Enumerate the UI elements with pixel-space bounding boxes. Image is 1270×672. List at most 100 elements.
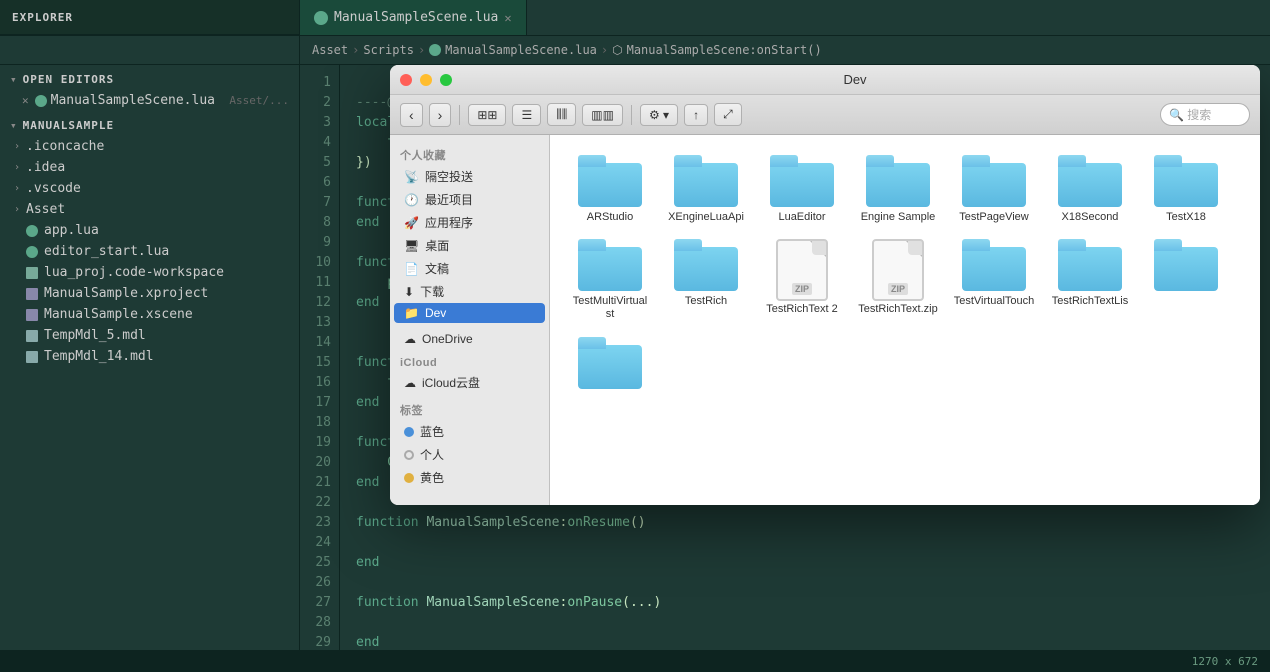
chevron-vscode: › bbox=[14, 183, 20, 194]
folder-luaeditor-icon bbox=[770, 155, 834, 207]
zip2-label: TestRichText.zip bbox=[858, 303, 937, 315]
tag-personal-label: 个人 bbox=[420, 446, 444, 463]
folder-testmulti-icon bbox=[578, 239, 642, 291]
folder-xenginelua-icon bbox=[674, 155, 738, 207]
finder-item-testrichtextlis[interactable]: TestRichTextLis bbox=[1046, 235, 1134, 311]
open-editors-section-header[interactable]: ▾ OPEN EDITORS bbox=[0, 65, 299, 90]
view-column-button[interactable]: ⫼⫼ bbox=[547, 103, 576, 126]
view-list-button[interactable]: ☰ bbox=[512, 104, 541, 126]
tag-personal[interactable]: 个人 bbox=[394, 443, 545, 466]
editor-start-label: editor_start.lua bbox=[44, 244, 169, 259]
downloads-label: 下载 bbox=[420, 283, 444, 300]
file-mdl14[interactable]: TempMdl_14.mdl bbox=[0, 346, 299, 367]
finder-item-extra2[interactable] bbox=[566, 333, 654, 393]
folder-asset[interactable]: › Asset bbox=[0, 199, 299, 220]
finder-item-xenginelua[interactable]: XEngineLuaApi bbox=[662, 151, 750, 227]
folder-x18second-label: X18Second bbox=[1062, 211, 1119, 223]
back-button[interactable]: ‹ bbox=[400, 103, 423, 127]
tag-blue[interactable]: 蓝色 bbox=[394, 420, 545, 443]
finder-item-testrich[interactable]: TestRich bbox=[662, 235, 750, 311]
finder-item-zip1[interactable]: ZIP TestRichText 2 bbox=[758, 235, 846, 320]
open-editor-item[interactable]: ✕ ManualSampleScene.lua Asset/... bbox=[0, 90, 299, 111]
folder-iconcache[interactable]: › .iconcache bbox=[0, 136, 299, 157]
traffic-yellow[interactable] bbox=[420, 74, 432, 86]
file-xscene[interactable]: ManualSample.xscene bbox=[0, 304, 299, 325]
forward-button[interactable]: › bbox=[429, 103, 452, 127]
finder-item-enginesample[interactable]: Engine Sample bbox=[854, 151, 942, 227]
icloud-drive-item[interactable]: ☁ iCloud云盘 bbox=[394, 371, 545, 394]
idea-label: .idea bbox=[26, 160, 65, 175]
finder-title: Dev bbox=[460, 72, 1250, 87]
file-mdl5[interactable]: TempMdl_5.mdl bbox=[0, 325, 299, 346]
finder-item-testmulti[interactable]: TestMultiVirtualst bbox=[566, 235, 654, 325]
airdrop-item[interactable]: 📡 隔空投送 bbox=[394, 165, 545, 188]
share-button[interactable]: ↑ bbox=[684, 104, 708, 126]
finder-item-arstudio[interactable]: ARStudio bbox=[566, 151, 654, 227]
breadcrumb-sep1: › bbox=[352, 43, 359, 57]
file-xproject[interactable]: ManualSample.xproject bbox=[0, 283, 299, 304]
breadcrumb-sep2: › bbox=[418, 43, 425, 57]
breadcrumb: Asset › Scripts › ManualSampleScene.lua … bbox=[300, 36, 834, 64]
zip1-icon: ZIP bbox=[776, 239, 828, 301]
view-icons-button[interactable]: ⊞⊞ bbox=[468, 104, 506, 126]
xproject-icon bbox=[26, 288, 38, 300]
open-editor-close-icon[interactable]: ✕ bbox=[22, 94, 29, 107]
downloads-item[interactable]: ⬇ 下载 bbox=[394, 280, 545, 303]
documents-item[interactable]: 📄 文稿 bbox=[394, 257, 545, 280]
tag-yellow[interactable]: 黄色 bbox=[394, 466, 545, 489]
manualsample-section-header[interactable]: ▾ MANUALSAMPLE bbox=[0, 111, 299, 136]
file-editor-start[interactable]: editor_start.lua bbox=[0, 241, 299, 262]
recents-item[interactable]: 🕐 最近项目 bbox=[394, 188, 545, 211]
onedrive-item[interactable]: ☁ OneDrive bbox=[394, 329, 545, 349]
tag-blue-dot bbox=[404, 427, 414, 437]
tag-blue-label: 蓝色 bbox=[420, 423, 444, 440]
folder-idea[interactable]: › .idea bbox=[0, 157, 299, 178]
open-editor-path: Asset/... bbox=[229, 94, 289, 107]
finder-item-luaeditor[interactable]: LuaEditor bbox=[758, 151, 846, 227]
finder-item-x18second[interactable]: X18Second bbox=[1046, 151, 1134, 227]
folder-testvirtual-label: TestVirtualTouch bbox=[954, 295, 1035, 307]
file-app-lua[interactable]: app.lua bbox=[0, 220, 299, 241]
applications-item[interactable]: 🚀 应用程序 bbox=[394, 211, 545, 234]
folder-vscode[interactable]: › .vscode bbox=[0, 178, 299, 199]
folder-enginesample-label: Engine Sample bbox=[861, 211, 936, 223]
dev-sidebar-item[interactable]: 📁 Dev bbox=[394, 303, 545, 323]
finder-titlebar: Dev bbox=[390, 65, 1260, 95]
finder-item-extra1[interactable] bbox=[1142, 235, 1230, 295]
finder-item-testx18[interactable]: TestX18 bbox=[1142, 151, 1230, 227]
view-gallery-button[interactable]: ▥▥ bbox=[582, 104, 623, 126]
onedrive-label: OneDrive bbox=[422, 332, 473, 346]
traffic-green[interactable] bbox=[440, 74, 452, 86]
traffic-red[interactable] bbox=[400, 74, 412, 86]
tab-close-icon[interactable]: ✕ bbox=[504, 11, 511, 25]
desktop-item[interactable]: 🖥 桌面 bbox=[394, 234, 545, 257]
open-editors-label: OPEN EDITORS bbox=[23, 73, 114, 86]
folder-testpageview-icon bbox=[962, 155, 1026, 207]
file-explorer-sidebar: ▾ OPEN EDITORS ✕ ManualSampleScene.lua A… bbox=[0, 65, 300, 650]
desktop-icon: 🖥 bbox=[404, 239, 419, 253]
airdrop-label: 隔空投送 bbox=[425, 168, 473, 185]
app-lua-icon bbox=[26, 225, 38, 237]
finder-search-box[interactable]: 🔍 搜索 bbox=[1160, 103, 1250, 126]
editor-tab[interactable]: ManualSampleScene.lua ✕ bbox=[300, 0, 527, 35]
chevron-idea: › bbox=[14, 162, 20, 173]
iconcache-label: .iconcache bbox=[26, 139, 104, 154]
applications-icon: 🚀 bbox=[404, 216, 419, 230]
folder-x18second-icon bbox=[1058, 155, 1122, 207]
finder-item-testpageview[interactable]: TestPageView bbox=[950, 151, 1038, 227]
folder-extra1-icon bbox=[1154, 239, 1218, 291]
finder-item-zip2[interactable]: ZIP TestRichText.zip bbox=[854, 235, 942, 319]
favorites-section-label: 个人收藏 bbox=[390, 143, 549, 165]
folder-testrichtextlis-icon bbox=[1058, 239, 1122, 291]
fullscreen-button[interactable]: ⤢ bbox=[714, 103, 742, 126]
finder-body: 个人收藏 📡 隔空投送 🕐 最近项目 🚀 应用程序 🖥 bbox=[390, 135, 1260, 505]
action-button[interactable]: ⚙ ▾ bbox=[640, 104, 678, 126]
vscode-label: .vscode bbox=[26, 181, 81, 196]
finder-window[interactable]: Dev ‹ › ⊞⊞ ☰ ⫼⫼ ▥▥ ⚙ ▾ ↑ ⤢ 🔍 搜索 bbox=[390, 65, 1260, 505]
finder-item-testvirtual[interactable]: TestVirtualTouch bbox=[950, 235, 1038, 311]
file-workspace[interactable]: lua_proj.code-workspace bbox=[0, 262, 299, 283]
xproject-label: ManualSample.xproject bbox=[44, 286, 208, 301]
icloud-label: iCloud云盘 bbox=[422, 374, 480, 391]
workspace-label: lua_proj.code-workspace bbox=[44, 265, 224, 280]
breadcrumb-asset: Asset bbox=[312, 43, 348, 57]
